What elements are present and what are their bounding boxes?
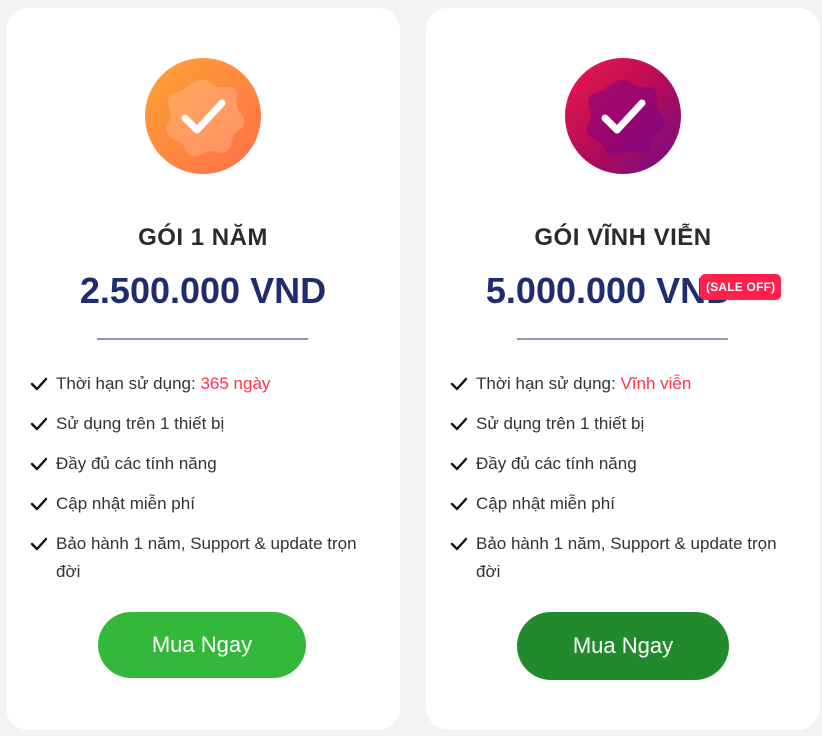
feature-label: Sử dụng trên 1 thiết bị: [476, 414, 645, 433]
feature-item: Cập nhật miễn phí: [30, 490, 380, 518]
check-icon: [450, 457, 468, 471]
buy-now-button[interactable]: Mua Ngay: [517, 612, 729, 680]
check-icon: [450, 417, 468, 431]
feature-label: Đầy đủ các tính năng: [56, 454, 217, 473]
feature-item: Sử dụng trên 1 thiết bị: [30, 410, 380, 438]
feature-label: Thời hạn sử dụng:: [56, 374, 196, 393]
buy-now-button[interactable]: Mua Ngay: [98, 612, 306, 678]
feature-item: Đầy đủ các tính năng: [450, 450, 800, 478]
feature-list: Thời hạn sử dụng: Vĩnh viễn Sử dụng trên…: [450, 370, 800, 598]
feature-item: Cập nhật miễn phí: [450, 490, 800, 518]
check-badge-icon: [565, 58, 681, 174]
plan-price: 2.500.000 VND: [79, 270, 327, 311]
feature-item: Bảo hành 1 năm, Support & update trọn đờ…: [450, 530, 800, 586]
divider: [517, 338, 728, 340]
feature-label: Cập nhật miễn phí: [56, 494, 195, 513]
check-icon: [30, 457, 48, 471]
feature-item: Bảo hành 1 năm, Support & update trọn đờ…: [30, 530, 380, 586]
divider: [97, 338, 308, 340]
feature-item: Đầy đủ các tính năng: [30, 450, 380, 478]
feature-label: Sử dụng trên 1 thiết bị: [56, 414, 225, 433]
pricing-section: GÓI 1 NĂM 2.500.000 VND Thời hạn sử dụng…: [0, 0, 822, 736]
plan-title: GÓI VĨNH VIỄN: [534, 224, 712, 251]
feature-label: Bảo hành 1 năm, Support & update trọn đờ…: [476, 534, 777, 581]
feature-label: Cập nhật miễn phí: [476, 494, 615, 513]
feature-highlight: Vĩnh viễn: [620, 374, 692, 393]
plan-title: GÓI 1 NĂM: [138, 224, 268, 251]
feature-label: Đầy đủ các tính năng: [476, 454, 637, 473]
feature-item: Thời hạn sử dụng: 365 ngày: [30, 370, 380, 398]
feature-label: Bảo hành 1 năm, Support & update trọn đờ…: [56, 534, 357, 581]
plan-card-lifetime: GÓI VĨNH VIỄN 5.000.000 VND (SALE OFF) T…: [426, 8, 820, 730]
check-icon: [30, 417, 48, 431]
plan-card-1-year: GÓI 1 NĂM 2.500.000 VND Thời hạn sử dụng…: [6, 8, 400, 730]
feature-list: Thời hạn sử dụng: 365 ngày Sử dụng trên …: [30, 370, 380, 598]
check-icon: [450, 537, 468, 551]
feature-item: Thời hạn sử dụng: Vĩnh viễn: [450, 370, 800, 398]
sale-off-badge: (SALE OFF): [700, 274, 782, 300]
check-icon: [450, 377, 468, 391]
check-icon: [30, 537, 48, 551]
feature-item: Sử dụng trên 1 thiết bị: [450, 410, 800, 438]
check-icon: [30, 377, 48, 391]
feature-highlight: 365 ngày: [200, 374, 271, 393]
feature-label: Thời hạn sử dụng:: [476, 374, 616, 393]
check-icon: [30, 497, 48, 511]
check-badge-icon: [145, 58, 261, 174]
check-icon: [450, 497, 468, 511]
